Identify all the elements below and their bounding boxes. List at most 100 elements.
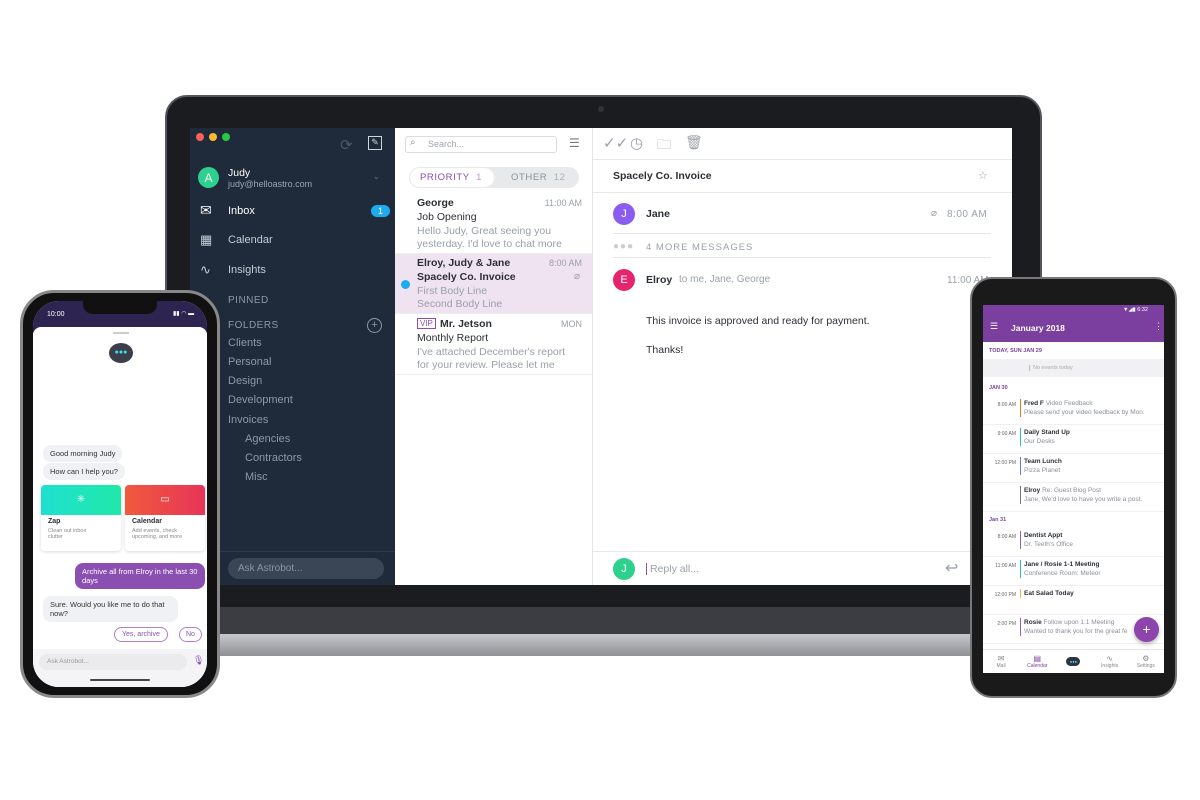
astrobot-icon: ●●●	[1066, 657, 1081, 666]
move-folder-icon[interactable]: 🗀	[657, 134, 671, 158]
filter-icon[interactable]: ☰	[569, 136, 580, 150]
event-title: Team Lunch	[1024, 458, 1062, 465]
event-time: 12:00 PM	[994, 460, 1016, 466]
zap-card[interactable]: ✳ Zap Clean out inbox clutter	[41, 485, 121, 551]
nav-settings[interactable]: ⚙ Settings	[1129, 654, 1163, 669]
preview: yesterday. I'd love to chat more	[417, 238, 562, 250]
nav-label: Settings	[1136, 663, 1155, 669]
sender-name[interactable]: Elroy	[646, 274, 672, 286]
event-title: Jane / Rosie 1-1 Meeting	[1024, 561, 1100, 568]
event-body: Daily Stand Up Our Desks	[1020, 428, 1070, 446]
folder-contractors[interactable]: Contractors	[245, 452, 302, 464]
pin-icon[interactable]: ☆	[978, 169, 988, 182]
compose-icon[interactable]: ✎	[368, 136, 382, 150]
bot-message: Good morning Judy	[43, 445, 123, 462]
bottom-nav: ✉ Mail ▤ Calendar ●●● ∿ Insights ⚙ Settings	[983, 649, 1164, 673]
event-title: Elroy	[1024, 487, 1041, 494]
folder-invoices[interactable]: Invoices	[228, 414, 268, 426]
nav-astrobot[interactable]: ●●●	[1056, 657, 1090, 666]
trash-icon[interactable]: 🗑	[685, 134, 703, 151]
tab-count: 12	[553, 172, 566, 183]
search-input[interactable]: Search...	[405, 136, 557, 153]
yes-archive-button[interactable]: Yes, archive	[114, 627, 168, 642]
calendar-event[interactable]: 9:00 AM Daily Stand Up Our Desks	[983, 425, 1164, 454]
minimize-window-button[interactable]	[209, 133, 217, 141]
sidebar-item-label: Inbox	[228, 204, 255, 217]
event-body: Dentist Appt Dr. Teeth's Office	[1020, 531, 1073, 549]
event-time: 8:00 AM	[997, 534, 1016, 540]
add-event-button[interactable]: +	[1134, 617, 1159, 642]
no-events-row	[983, 359, 1164, 377]
tab-other[interactable]: OTHER 12	[511, 172, 566, 183]
reply-input[interactable]: Reply all...	[646, 563, 699, 575]
no-button[interactable]: No	[179, 627, 202, 642]
sidebar-item-label: Insights	[228, 264, 266, 276]
zap-icon: ✳	[41, 485, 121, 515]
calendar-event[interactable]: 8:00 AM Fred F Video Feedback Please send…	[983, 396, 1164, 425]
folder-clients[interactable]: Clients	[228, 337, 262, 349]
close-window-button[interactable]	[196, 133, 204, 141]
nav-insights[interactable]: ∿ Insights	[1093, 654, 1127, 669]
avatar: A	[198, 167, 219, 188]
message-item[interactable]: VIP Mr. Jetson MON Monthly Report I've a…	[395, 315, 592, 375]
signal-wifi-battery-icon: ▮▮ ◠ ▬	[173, 311, 195, 317]
avatar: J	[613, 203, 635, 225]
date-heading: JAN 30	[989, 385, 1008, 391]
attachment-icon: ⌀	[931, 208, 938, 219]
calendar-card[interactable]: ▭ Calendar Add events, check upcoming, a…	[125, 485, 205, 551]
account-chevron-down-icon[interactable]: ⌄	[373, 172, 380, 181]
add-folder-icon[interactable]: +	[367, 318, 382, 333]
calendar-event[interactable]: 12:00 PM Team Lunch Pizza Planet	[983, 454, 1164, 483]
tab-priority[interactable]: PRIORITY 1	[410, 168, 494, 187]
event-body: Jane / Rosie 1-1 Meeting Conference Room…	[1020, 560, 1101, 578]
sync-icon[interactable]: ⟳	[340, 136, 353, 154]
ask-astrobot-input[interactable]: Ask Astrobot...	[39, 654, 187, 670]
insights-icon: ∿	[1106, 654, 1113, 663]
collapsed-dots-icon: ●●●	[613, 241, 635, 252]
search-icon: ⌕	[410, 137, 416, 148]
message-list: Search... ⌕ ☰ PRIORITY 1 OTHER 12 George…	[395, 128, 593, 585]
calendar-event[interactable]: 8:00 AM Dentist Appt Dr. Teeth's Office	[983, 528, 1164, 557]
divider	[613, 233, 991, 234]
more-messages-link[interactable]: 4 MORE MESSAGES	[646, 242, 753, 253]
mark-done-icon[interactable]: ✓✓	[603, 134, 628, 152]
message-item[interactable]: George 11:00 AM Job Opening Hello Judy, …	[395, 194, 592, 254]
user-message: Archive all from Elroy in the last 30 da…	[75, 563, 205, 589]
sidebar-item-calendar[interactable]: ▦ Calendar	[200, 232, 390, 248]
nav-calendar[interactable]: ▤ Calendar	[1020, 654, 1054, 669]
calendar-event[interactable]: 11:00 AM Jane / Rosie 1-1 Meeting Confer…	[983, 557, 1164, 586]
sender-name[interactable]: Jane	[646, 208, 670, 220]
calendar-event[interactable]: 12:00 PM Eat Salad Today	[983, 586, 1164, 615]
ask-astrobot-input[interactable]: Ask Astrobot...	[228, 558, 384, 579]
nav-mail[interactable]: ✉ Mail	[984, 654, 1018, 669]
message-signoff: Thanks!	[646, 344, 684, 356]
snooze-clock-icon[interactable]: ◷	[630, 134, 643, 152]
microphone-icon[interactable]: 🎙	[193, 655, 204, 666]
date-heading: TODAY, SUN JAN 29	[989, 348, 1042, 354]
event-body: Rosie Follow upon 1:1 Meeting Wanted to t…	[1020, 618, 1127, 636]
more-options-icon[interactable]: ⋮	[1154, 321, 1163, 332]
calendar-event[interactable]: Elroy Re: Guest Blog Post Jane, We'd love…	[983, 483, 1164, 512]
reply-all-icon[interactable]: ↩	[945, 558, 958, 578]
drag-handle[interactable]	[113, 332, 129, 334]
folders-heading: FOLDERS	[228, 320, 279, 331]
sidebar-item-inbox[interactable]: ✉ Inbox 1	[200, 202, 390, 219]
folder-personal[interactable]: Personal	[228, 356, 271, 368]
nav-label: Insights	[1101, 663, 1119, 669]
message-item-selected[interactable]: Elroy, Judy & Jane 8:00 AM Spacely Co. I…	[395, 254, 592, 314]
tab-label: OTHER	[511, 172, 548, 183]
folder-misc[interactable]: Misc	[245, 471, 268, 483]
folder-development[interactable]: Development	[228, 394, 293, 406]
event-title: Fred F	[1024, 400, 1044, 407]
nav-label: Calendar	[1027, 663, 1048, 669]
divider	[593, 159, 1012, 160]
folder-agencies[interactable]: Agencies	[245, 433, 290, 445]
zoom-window-button[interactable]	[222, 133, 230, 141]
event-title-detail: Video Feedback	[1045, 400, 1093, 407]
time: MON	[561, 319, 582, 329]
sidebar-item-insights[interactable]: ∿ Insights	[200, 262, 390, 278]
sender: George	[417, 197, 454, 209]
menu-icon[interactable]: ☰	[990, 321, 998, 332]
date-heading: Jan 31	[989, 517, 1007, 523]
folder-design[interactable]: Design	[228, 375, 262, 387]
